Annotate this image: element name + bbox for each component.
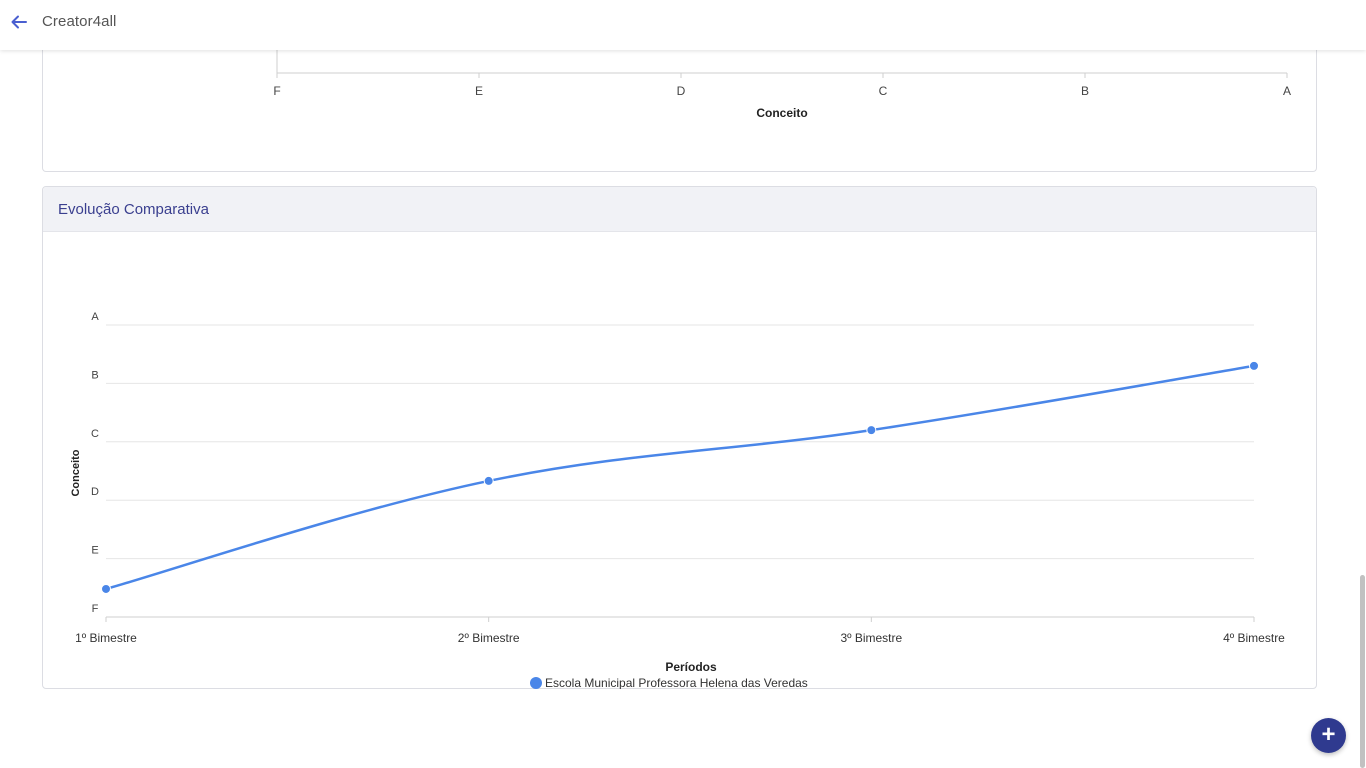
back-arrow-icon[interactable]: [8, 11, 30, 33]
evolution-chart: F E D C B A Conceito 1º Bimestre 2º Bimestre 3º B…: [70, 311, 1285, 690]
x-tick-label: 4º Bimestre: [1223, 631, 1285, 645]
legend-marker: [530, 677, 542, 689]
top-x-tick-label: B: [1081, 84, 1089, 98]
evolution-card: Evolução Comparativa F E D C B A Conceito 1º Bi…: [42, 186, 1317, 690]
top-x-tick-label: A: [1283, 84, 1291, 98]
data-point: [101, 583, 111, 594]
evolution-card-title: Evolução Comparativa: [58, 201, 209, 218]
add-button[interactable]: +: [1311, 718, 1346, 753]
x-axis-label: Períodos: [665, 660, 717, 674]
data-point: [866, 425, 877, 436]
y-tick-label: C: [91, 428, 99, 440]
y-tick-label: B: [91, 369, 98, 381]
x-tick-label: 1º Bimestre: [75, 631, 137, 645]
top-x-tick-label: E: [475, 84, 483, 98]
top-x-tick-label: F: [273, 84, 280, 98]
x-tick-label: 2º Bimestre: [458, 631, 520, 645]
y-tick-label: D: [91, 486, 99, 498]
y-axis-label: Conceito: [70, 449, 82, 496]
data-point: [1249, 360, 1259, 371]
x-tick-label: 3º Bimestre: [840, 631, 902, 645]
y-tick-label: F: [92, 603, 99, 615]
top-x-tick-label: D: [677, 84, 686, 98]
scrollbar-thumb[interactable]: [1360, 575, 1365, 768]
series-line: [105, 364, 1255, 591]
app-title: Creator4all: [42, 13, 117, 30]
app-bar: Creator4all: [0, 0, 1366, 50]
y-tick-label: A: [91, 311, 99, 323]
y-tick-label: E: [91, 545, 98, 557]
plus-icon: +: [1321, 720, 1336, 748]
evolution-card-header: Evolução Comparativa: [43, 187, 1316, 232]
top-x-tick-label: C: [879, 84, 888, 98]
legend-label: Escola Municipal Professora Helena das V…: [545, 676, 808, 689]
data-point: [483, 475, 494, 486]
top-x-axis-label: Conceito: [756, 106, 807, 120]
